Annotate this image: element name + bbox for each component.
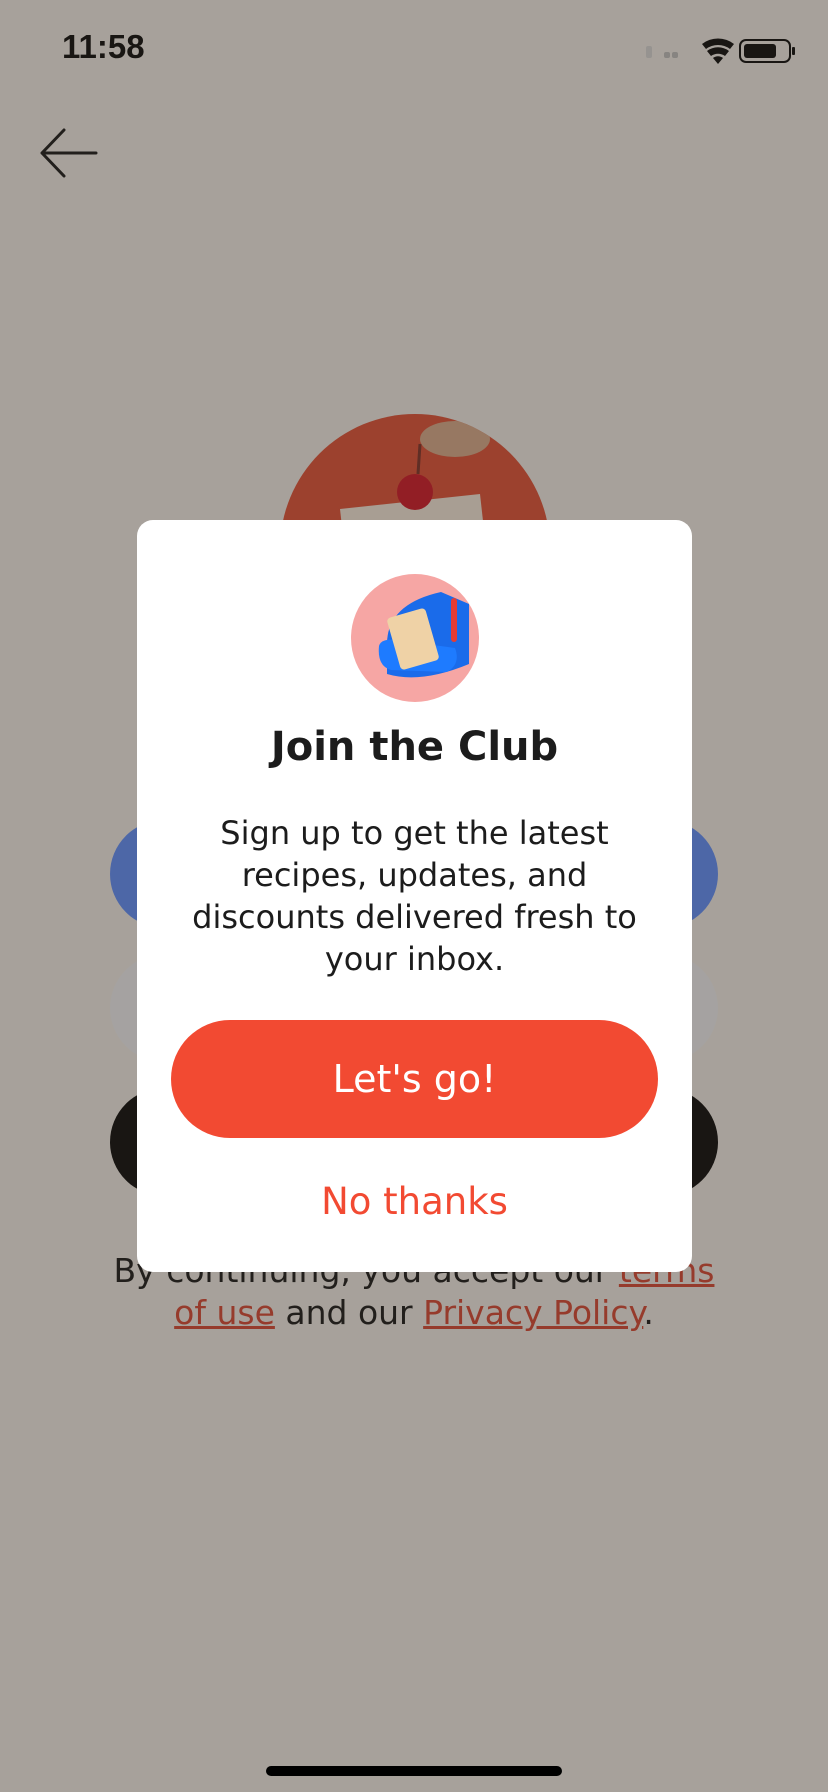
no-thanks-button[interactable]: No thanks [137, 1170, 692, 1232]
home-indicator [266, 1766, 562, 1776]
newsletter-modal: Join the Club Sign up to get the latest … [137, 520, 692, 1272]
mailbox-illustration [351, 574, 479, 702]
mailbox-icon [378, 592, 469, 678]
lets-go-button[interactable]: Let's go! [171, 1020, 658, 1138]
modal-title: Join the Club [270, 724, 559, 770]
modal-body: Sign up to get the latest recipes, updat… [192, 814, 637, 978]
